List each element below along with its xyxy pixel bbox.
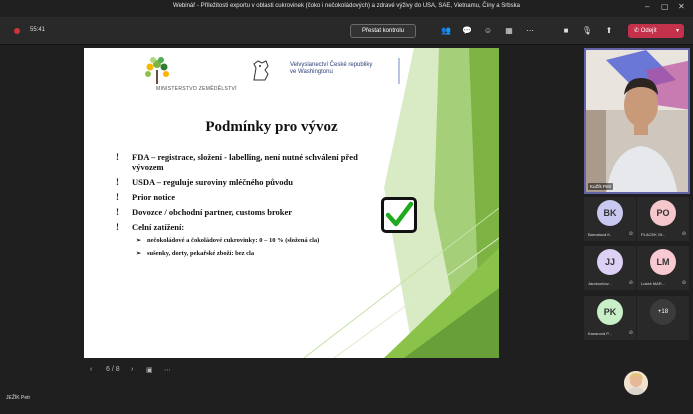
chat-icon[interactable]: 💬 — [461, 26, 473, 36]
camera-icon[interactable]: ■ — [560, 26, 572, 36]
exclamation-icon: ! — [116, 192, 119, 202]
rooms-icon[interactable]: ▦ — [503, 26, 515, 36]
self-view-tile[interactable] — [580, 351, 693, 414]
meeting-toolbar: 55:41 Přestat kontrolu 👥 💬 ☺ ▦ ⋯ ■ 🎙 ⬆ ✆… — [0, 17, 693, 45]
self-avatar-image — [624, 371, 648, 395]
recording-icon — [14, 28, 20, 34]
more-participants-count: +18 — [650, 299, 676, 325]
embassy-line-2: ve Washingtonu — [290, 69, 333, 75]
participant-name: Kanarová P... — [588, 331, 612, 336]
checkmark-icon — [385, 201, 414, 227]
leave-label: Odejít — [640, 28, 657, 34]
mic-off-icon: ⊘ — [681, 280, 686, 286]
mic-off-icon: ⊘ — [628, 231, 633, 237]
participant-panel: KuŽík Petr BK Barnatová K. ⊘ PO PLACEK O… — [580, 45, 693, 414]
embassy-label: Velvyslanectví České republiky ve Washin… — [290, 62, 372, 76]
bullet-item: ! FDA – registrace, složení - labelling, … — [116, 152, 376, 172]
arrow-icon: ➢ — [136, 238, 142, 244]
share-icon[interactable]: ⬆ — [603, 26, 615, 36]
bullet-item: ! Celní zatížení: — [116, 222, 376, 232]
mic-off-icon[interactable]: 🎙 — [581, 26, 593, 36]
participant-tile[interactable]: LM Lukeš MAR... ⊘ — [637, 246, 689, 290]
close-icon[interactable]: ✕ — [678, 2, 685, 11]
self-avatar — [624, 371, 648, 395]
arrow-icon: ➢ — [136, 251, 142, 257]
mic-off-icon: ⊘ — [628, 330, 633, 336]
participant-name: PLACEK Ot... — [641, 232, 666, 237]
presentation-slide: MINISTERSTVO ZEMĚDĚLSTVÍ Velvyslanectví … — [84, 48, 499, 358]
more-participants-tile[interactable]: +18 — [637, 296, 689, 340]
mic-off-icon: ⊘ — [681, 231, 686, 237]
next-slide-icon[interactable]: › — [131, 366, 133, 373]
video-participant-name: KuŽík Petr — [588, 183, 614, 190]
exclamation-icon: ! — [116, 207, 119, 217]
slide-more-icon[interactable]: ⋯ — [164, 366, 171, 374]
more-icon[interactable]: ⋯ — [524, 26, 536, 36]
bullet-list: ! FDA – registrace, složení - labelling, … — [116, 152, 376, 263]
reactions-icon[interactable]: ☺ — [482, 26, 494, 36]
window-title: Webinář - Příležitosti exportu v oblasti… — [173, 3, 520, 9]
participant-tile[interactable]: PK Kanarová P... ⊘ — [584, 296, 636, 340]
presenter-name: JEŽÍK Petr — [6, 395, 31, 401]
bullet-item: ! Dovozce / obchodní partner, customs bro… — [116, 207, 376, 217]
participant-name: Barnatová K. — [588, 232, 612, 237]
phone-icon: ✆ — [634, 28, 641, 34]
participant-tile[interactable]: BK Barnatová K. ⊘ — [584, 197, 636, 241]
mic-off-icon: ⊘ — [628, 280, 633, 286]
avatar: JJ — [597, 249, 623, 275]
minimize-icon[interactable]: – — [645, 2, 649, 11]
shared-screen-stage: MINISTERSTVO ZEMĚDĚLSTVÍ Velvyslanectví … — [0, 45, 580, 414]
sub-bullet-text: nečokoládové a čokoládové cukrovinky: 0 … — [147, 237, 320, 244]
video-tile[interactable]: KuŽík Petr — [584, 48, 690, 194]
exclamation-icon: ! — [116, 222, 119, 232]
exclamation-icon: ! — [116, 152, 119, 162]
speaker-video — [586, 50, 688, 192]
avatar: PO — [650, 200, 676, 226]
bullet-item: ! Prior notice — [116, 192, 376, 202]
slide-page-indicator: 6 / 8 — [106, 366, 120, 373]
bullet-text: USDA – reguluje suroviny mléčného původu — [132, 177, 293, 187]
participant-name: Jandourkov... — [588, 281, 612, 286]
avatar: PK — [597, 299, 623, 325]
embassy-divider — [398, 58, 400, 84]
prev-slide-icon[interactable]: ‹ — [90, 366, 92, 373]
stop-presenting-button[interactable]: Přestat kontrolu — [350, 24, 416, 38]
participant-tile[interactable]: PO PLACEK Ot... ⊘ — [637, 197, 689, 241]
embassy-line-1: Velvyslanectví České republiky — [290, 62, 373, 68]
bullet-text: Dovozce / obchodní partner, customs brok… — [132, 207, 293, 217]
slide-title: Podmínky pro vývoz — [205, 119, 338, 135]
chevron-down-icon[interactable]: ▾ — [676, 24, 679, 38]
participants-icon[interactable]: 👥 — [440, 26, 452, 36]
participant-name: Lukeš MAR... — [641, 281, 666, 286]
avatar: LM — [650, 249, 676, 275]
meeting-timer: 55:41 — [30, 27, 46, 33]
bullet-text: FDA – registrace, složení - labelling, n… — [132, 152, 358, 172]
maximize-icon[interactable]: ▢ — [661, 2, 669, 11]
lion-emblem-icon — [253, 60, 269, 81]
participant-tile[interactable]: JJ Jandourkov... ⊘ — [584, 246, 636, 290]
checkmark-box-icon — [381, 197, 417, 233]
sub-bullet-item: ➢ sušenky, dorty, pekařské zboží: bez cla — [116, 250, 376, 258]
leave-button[interactable]: ✆ Odejít ▾ — [628, 24, 684, 38]
sub-bullet-item: ➢ nečokoládové a čokoládové cukrovinky: 0… — [116, 237, 376, 245]
exclamation-icon: ! — [116, 177, 119, 187]
title-bar: Webinář - Příležitosti exportu v oblasti… — [0, 0, 693, 17]
grid-view-icon[interactable]: ▣ — [146, 366, 153, 374]
bullet-text: Celní zatížení: — [132, 222, 185, 232]
avatar: BK — [597, 200, 623, 226]
ministry-label: MINISTERSTVO ZEMĚDĚLSTVÍ — [156, 86, 237, 92]
ministry-logo-icon — [145, 57, 169, 84]
bullet-text: Prior notice — [132, 192, 176, 202]
bullet-item: ! USDA – reguluje suroviny mléčného původ… — [116, 177, 376, 187]
sub-bullet-text: sušenky, dorty, pekařské zboží: bez cla — [147, 250, 255, 257]
